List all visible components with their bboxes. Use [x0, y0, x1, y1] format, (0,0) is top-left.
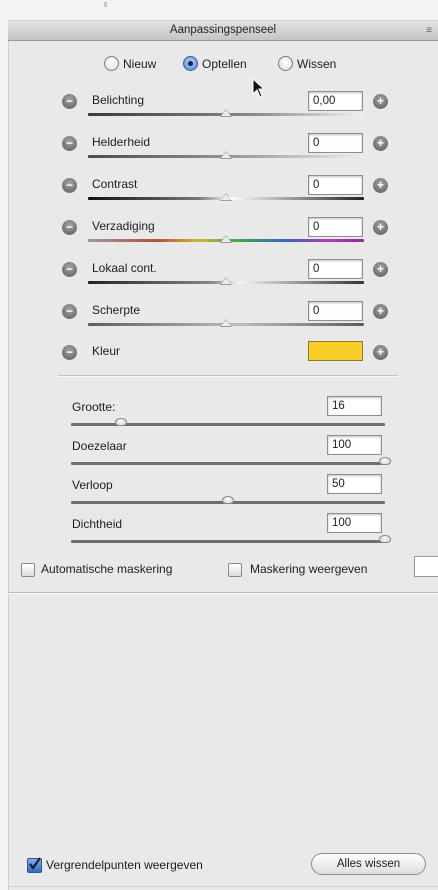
- minus-icon[interactable]: −: [62, 94, 77, 109]
- brush-feather-field[interactable]: 100: [327, 435, 382, 455]
- radio-circle-icon: [278, 56, 293, 71]
- brush-row-density: Dichtheid 100: [0, 513, 438, 553]
- section-divider: [58, 375, 398, 377]
- divider-notch: [104, 2, 107, 7]
- saturation-value-field[interactable]: 0: [308, 217, 363, 237]
- clear-all-button[interactable]: Alles wissen: [311, 853, 426, 875]
- plus-icon[interactable]: +: [373, 94, 388, 109]
- panel-bottom-border: [8, 886, 438, 887]
- brush-feather-slider-thumb[interactable]: [379, 457, 391, 465]
- clarity-slider-thumb[interactable]: [220, 277, 232, 285]
- mode-new-label: Nieuw: [123, 57, 157, 71]
- contrast-slider-thumb[interactable]: [220, 193, 232, 201]
- minus-icon[interactable]: −: [62, 345, 77, 360]
- brush-density-slider-track[interactable]: [71, 540, 385, 543]
- clarity-value-field[interactable]: 0: [308, 259, 363, 279]
- brush-density-slider-thumb[interactable]: [379, 535, 391, 543]
- adjustment-row-sharpness: − Scherpte 0 +: [0, 301, 438, 339]
- minus-icon[interactable]: −: [62, 136, 77, 151]
- adjustment-row-clarity: − Lokaal cont. 0 +: [0, 259, 438, 297]
- color-label: Kleur: [92, 344, 121, 358]
- sharpness-slider-thumb[interactable]: [220, 319, 232, 327]
- panel-title-bar: Aanpassingspenseel ≡: [8, 21, 438, 41]
- adjustment-row-brightness: − Helderheid 0 +: [0, 133, 438, 171]
- plus-icon[interactable]: +: [373, 220, 388, 235]
- mask-options-row: Automatische maskering Maskering weergev…: [0, 556, 438, 580]
- plus-icon[interactable]: +: [373, 136, 388, 151]
- brush-size-slider-thumb[interactable]: [115, 418, 128, 426]
- sharpness-value-field[interactable]: 0: [308, 301, 363, 321]
- brush-feather-label: Doezelaar: [72, 439, 127, 453]
- radio-selected-icon: [183, 56, 198, 71]
- minus-icon[interactable]: −: [62, 220, 77, 235]
- brush-row-flow: Verloop 50: [0, 474, 438, 514]
- adjustment-label: Verzadiging: [92, 219, 155, 233]
- minus-icon[interactable]: −: [62, 262, 77, 277]
- contrast-value-field[interactable]: 0: [308, 175, 363, 195]
- minus-icon[interactable]: −: [62, 304, 77, 319]
- brightness-slider-thumb[interactable]: [220, 151, 232, 159]
- mode-add-label: Optellen: [202, 57, 247, 71]
- brush-feather-slider-track[interactable]: [71, 462, 385, 465]
- panel-title: Aanpassingspenseel: [169, 24, 277, 36]
- brush-density-field[interactable]: 100: [327, 513, 382, 533]
- mask-color-box[interactable]: [414, 556, 438, 577]
- plus-icon[interactable]: +: [373, 262, 388, 277]
- checkmark-icon: [29, 857, 41, 870]
- brush-density-label: Dichtheid: [72, 517, 123, 531]
- show-pins-label: Vergrendelpunten weergeven: [46, 858, 203, 872]
- show-mask-checkbox[interactable]: [228, 563, 242, 577]
- radio-circle-icon: [104, 56, 119, 71]
- auto-mask-label: Automatische maskering: [41, 562, 173, 576]
- adjustment-label: Scherpte: [92, 303, 141, 317]
- auto-mask-checkbox[interactable]: [21, 563, 35, 577]
- adjustment-row-saturation: − Verzadiging 0 +: [0, 217, 438, 255]
- brightness-value-field[interactable]: 0: [308, 133, 363, 153]
- plus-icon[interactable]: +: [373, 345, 388, 360]
- show-pins-checkbox[interactable]: [27, 857, 42, 873]
- minus-icon[interactable]: −: [62, 178, 77, 193]
- top-strip: [8, 0, 438, 21]
- color-swatch[interactable]: [308, 341, 363, 361]
- adjustment-label: Helderheid: [92, 135, 151, 149]
- brush-size-label: Grootte:: [72, 400, 116, 414]
- brush-row-feather: Doezelaar 100: [0, 435, 438, 475]
- brush-flow-field[interactable]: 50: [327, 474, 382, 494]
- exposure-slider-thumb[interactable]: [220, 109, 232, 117]
- brush-row-size: Grootte: 16: [0, 396, 438, 436]
- exposure-value-field[interactable]: 0,00: [308, 91, 363, 111]
- adjustment-row-exposure: − Belichting 0,00 +: [0, 91, 438, 129]
- brush-flow-label: Verloop: [72, 478, 113, 492]
- section-divider: [8, 592, 438, 594]
- show-mask-label: Maskering weergeven: [250, 562, 368, 576]
- brush-size-field[interactable]: 16: [327, 396, 382, 416]
- adjustment-label: Lokaal cont.: [92, 261, 157, 275]
- brush-flow-slider-thumb[interactable]: [222, 496, 234, 504]
- panel-menu-icon[interactable]: ≡: [426, 21, 432, 40]
- adjustment-label: Belichting: [92, 93, 145, 107]
- saturation-slider-thumb[interactable]: [220, 235, 232, 243]
- plus-icon[interactable]: +: [373, 178, 388, 193]
- mode-erase-label: Wissen: [297, 57, 337, 71]
- panel-footer: Vergrendelpunten weergeven Alles wissen: [0, 850, 438, 880]
- plus-icon[interactable]: +: [373, 304, 388, 319]
- adjustment-row-contrast: − Contrast 0 +: [0, 175, 438, 213]
- adjustment-label: Contrast: [92, 177, 138, 191]
